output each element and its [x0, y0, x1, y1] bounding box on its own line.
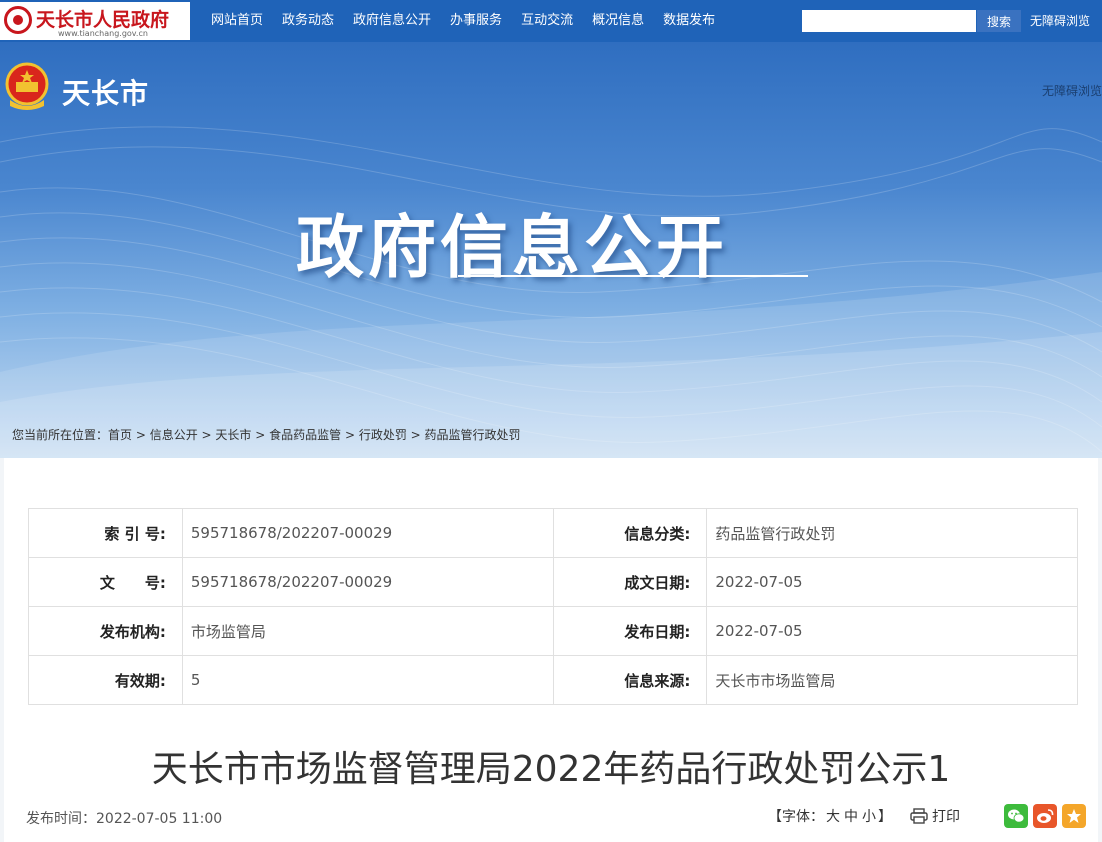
breadcrumb-info-disclosure[interactable]: 信息公开 [150, 428, 198, 442]
print-label: 打印 [932, 809, 960, 825]
print-button[interactable]: 打印 [910, 806, 960, 826]
main-nav: 网站首页 政务动态 政府信息公开 办事服务 互动交流 概况信息 数据发布 [202, 0, 725, 42]
meta-label: 发布日期: [552, 606, 708, 656]
meta-value: 595718678/202207-00029 [181, 508, 554, 558]
weibo-icon [1037, 809, 1054, 823]
nav-item-interaction[interactable]: 互动交流 [512, 0, 582, 42]
font-size-suffix: 】 [878, 809, 892, 825]
font-size-small-button[interactable]: 小 [862, 806, 876, 826]
breadcrumb-separator: > [341, 428, 359, 442]
share-wechat-button[interactable] [1004, 804, 1028, 828]
nav-item-data[interactable]: 数据发布 [654, 0, 724, 42]
share-weibo-button[interactable] [1033, 804, 1057, 828]
breadcrumb-separator: > [406, 428, 425, 442]
city-name: 天长市 [62, 77, 150, 110]
site-logo[interactable]: 天长市人民政府 www.tianchang.gov.cn [0, 2, 190, 40]
top-navigation-bar: 天长市人民政府 www.tianchang.gov.cn 网站首页 政务动态 政… [0, 0, 1102, 42]
star-icon [1067, 809, 1081, 823]
meta-value: 市场监管局 [181, 606, 554, 656]
article-tools: 【字体： 大 中 小 】 打印 [768, 804, 1086, 828]
wechat-icon [1008, 809, 1025, 823]
breadcrumb-drug-penalty[interactable]: 药品监管行政处罚 [425, 428, 521, 442]
breadcrumb-city[interactable]: 天长市 [215, 428, 251, 442]
publish-time-label: 发布时间： [26, 811, 96, 827]
meta-label: 信息分类: [552, 508, 708, 558]
meta-value: 5 [181, 655, 554, 705]
content-area: 索 引 号: 595718678/202207-00029 信息分类: 药品监管… [4, 458, 1098, 842]
info-meta-table: 索 引 号: 595718678/202207-00029 信息分类: 药品监管… [28, 508, 1078, 705]
meta-label: 信息来源: [552, 655, 708, 705]
font-size-large-button[interactable]: 大 [826, 806, 840, 826]
font-size-medium-button[interactable]: 中 [844, 806, 858, 826]
meta-label: 发布机构: [28, 606, 183, 656]
meta-label: 索 引 号: [28, 508, 183, 558]
table-row: 文 号: 595718678/202207-00029 成文日期: 2022-0… [28, 557, 1078, 607]
meta-value: 595718678/202207-00029 [181, 557, 554, 607]
breadcrumb-prefix: 您当前所在位置： [12, 428, 109, 442]
nav-item-news[interactable]: 政务动态 [273, 0, 343, 42]
meta-label: 有效期: [28, 655, 183, 705]
site-name: 天长市人民政府 [36, 9, 170, 31]
publish-time-value: 2022-07-05 11:00 [96, 811, 223, 827]
nav-item-services[interactable]: 办事服务 [441, 0, 511, 42]
nav-item-overview[interactable]: 概况信息 [583, 0, 653, 42]
site-url: www.tianchang.gov.cn [58, 29, 148, 38]
nav-item-home[interactable]: 网站首页 [202, 0, 272, 42]
meta-value: 药品监管行政处罚 [706, 508, 1078, 558]
banner: 天长市 无障碍浏览 政府信息公开 您当前所在位置：首页 > 信息公开 > 天长市… [0, 42, 1102, 458]
table-row: 索 引 号: 595718678/202207-00029 信息分类: 药品监管… [28, 508, 1078, 558]
banner-accessibility-link[interactable]: 无障碍浏览 [1042, 82, 1102, 99]
table-row: 有效期: 5 信息来源: 天长市市场监管局 [28, 655, 1078, 705]
breadcrumb-separator: > [197, 428, 216, 442]
publish-time: 发布时间：2022-07-05 11:00 [26, 808, 222, 828]
table-row: 发布机构: 市场监管局 发布日期: 2022-07-05 [28, 606, 1078, 656]
printer-icon [910, 808, 928, 824]
favorite-button[interactable] [1062, 804, 1086, 828]
emblem-icon [4, 6, 32, 34]
breadcrumb-penalty[interactable]: 行政处罚 [359, 428, 407, 442]
accessibility-link[interactable]: 无障碍浏览 [1030, 0, 1090, 42]
breadcrumb-food-drug[interactable]: 食品药品监管 [269, 428, 341, 442]
banner-divider [458, 275, 808, 277]
search-button[interactable]: 搜索 [977, 10, 1021, 32]
national-emblem-icon [5, 62, 49, 110]
meta-value: 天长市市场监管局 [706, 655, 1078, 705]
font-size-prefix: 【字体： [768, 809, 824, 825]
breadcrumb: 您当前所在位置：首页 > 信息公开 > 天长市 > 食品药品监管 > 行政处罚 … [12, 426, 521, 443]
nav-item-info-disclosure[interactable]: 政府信息公开 [344, 0, 440, 42]
meta-label: 成文日期: [552, 557, 708, 607]
meta-value: 2022-07-05 [706, 557, 1078, 607]
breadcrumb-home[interactable]: 首页 [108, 428, 132, 442]
meta-value: 2022-07-05 [706, 606, 1078, 656]
breadcrumb-separator: > [251, 428, 270, 442]
article-title: 天长市市场监督管理局2022年药品行政处罚公示1 [151, 749, 951, 790]
search-input[interactable] [802, 10, 976, 32]
meta-label: 文 号: [28, 557, 183, 607]
breadcrumb-separator: > [132, 428, 150, 442]
